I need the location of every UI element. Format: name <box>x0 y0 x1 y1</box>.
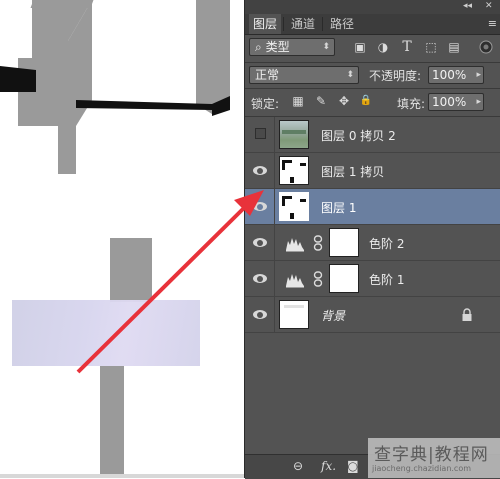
chevron-down-icon: ⬍ <box>322 42 330 52</box>
eye-icon <box>253 202 267 211</box>
visibility-toggle[interactable] <box>245 261 275 297</box>
chevron-down-icon: ⬍ <box>346 70 354 80</box>
layers-panel: ◂◂ ✕ 图层 通道 路径 ≡ ⌕ 类型 ⬍ ▣ ◑ T ⬚ ▤ 正常 ⬍ 不透… <box>244 0 500 479</box>
levels-adjustment-icon <box>286 274 304 288</box>
lock-all-icon[interactable]: 🔒 <box>359 94 373 108</box>
close-panel-icon[interactable]: ✕ <box>485 1 493 11</box>
filter-kind-dropdown[interactable]: ⌕ 类型 ⬍ <box>249 38 335 56</box>
eye-icon <box>253 310 267 319</box>
visibility-toggle[interactable] <box>245 189 275 225</box>
canvas-shape <box>110 238 152 302</box>
eye-icon <box>253 166 267 175</box>
eye-icon <box>253 238 267 247</box>
eye-icon <box>253 274 267 283</box>
layer-row-selected[interactable]: 图层 1 <box>245 189 500 225</box>
layer-name: 色阶 1 <box>369 273 405 287</box>
visibility-toggle[interactable] <box>245 297 275 333</box>
layer-thumbnail <box>279 120 309 149</box>
watermark-text: 查字典 <box>374 445 428 465</box>
canvas-shape <box>0 66 36 92</box>
layer-name: 背景 <box>321 309 346 323</box>
visibility-off-icon <box>255 128 266 139</box>
type-filter-icon[interactable]: T <box>400 40 414 54</box>
opacity-label: 不透明度: <box>369 69 422 83</box>
lock-position-icon[interactable]: ✥ <box>337 94 351 108</box>
blend-mode-value: 正常 <box>255 68 280 82</box>
canvas-shapes-svg <box>0 0 230 478</box>
blend-mode-dropdown[interactable]: 正常 ⬍ <box>249 66 359 84</box>
watermark-url: jiaocheng.chazidian.com <box>372 464 472 473</box>
watermark: 查字典|教程网 jiaocheng.chazidian.com <box>368 438 500 478</box>
canvas-shape <box>0 100 8 130</box>
visibility-toggle[interactable] <box>245 153 275 189</box>
layer-name: 图层 0 拷贝 2 <box>321 129 396 143</box>
layer-name: 图层 1 拷贝 <box>321 165 385 179</box>
search-icon: ⌕ <box>255 40 262 54</box>
add-mask-icon[interactable]: ◙ <box>347 459 359 473</box>
lock-icon <box>462 308 472 321</box>
lock-transparent-pixels-icon[interactable]: ▦ <box>291 94 305 108</box>
document-canvas[interactable] <box>0 0 244 478</box>
tab-channels[interactable]: 通道 <box>287 14 319 34</box>
layer-row[interactable]: 背景 <box>245 297 500 333</box>
layer-name: 图层 1 <box>321 201 357 215</box>
highlight-box <box>12 300 200 366</box>
opacity-value: 100% <box>432 68 467 82</box>
adjustment-filter-icon[interactable]: ◑ <box>376 40 390 54</box>
panel-tabbar: 图层 通道 路径 ≡ <box>245 14 500 35</box>
smart-object-filter-icon[interactable]: ▤ <box>447 40 461 54</box>
filter-toggle-icon[interactable] <box>478 39 494 55</box>
watermark-sep: | <box>428 445 435 465</box>
tab-layers[interactable]: 图层 <box>249 14 282 34</box>
chevron-right-icon: ▸ <box>476 70 481 80</box>
layer-thumbnail <box>279 192 309 221</box>
layer-row[interactable]: 图层 1 拷贝 <box>245 153 500 189</box>
layer-mask-thumbnail <box>329 228 359 257</box>
fill-label: 填充: <box>397 97 426 111</box>
filter-kind-label: 类型 <box>265 40 290 54</box>
link-icon[interactable] <box>313 271 323 287</box>
canvas-shape <box>58 118 76 174</box>
panel-header: ◂◂ ✕ <box>245 0 500 14</box>
visibility-toggle[interactable] <box>245 225 275 261</box>
opacity-field[interactable]: 100% ▸ <box>428 66 484 84</box>
collapse-panel-icon[interactable]: ◂◂ <box>463 1 472 11</box>
chevron-right-icon: ▸ <box>476 97 481 107</box>
fx-button[interactable]: fx. <box>321 459 336 473</box>
image-filter-icon[interactable]: ▣ <box>353 40 367 54</box>
canvas-shape <box>76 100 212 110</box>
layer-row[interactable]: 色阶 2 <box>245 225 500 261</box>
layer-mask-thumbnail <box>329 264 359 293</box>
canvas-bottom-edge <box>0 474 244 478</box>
tab-paths[interactable]: 路径 <box>326 14 358 34</box>
layer-thumbnail <box>279 156 309 185</box>
link-layers-icon[interactable]: ⊖ <box>293 459 303 473</box>
lock-label: 锁定: <box>251 97 280 111</box>
canvas-shape <box>196 0 230 114</box>
fill-value: 100% <box>432 95 467 109</box>
layer-row[interactable]: 色阶 1 <box>245 261 500 297</box>
watermark-text-2: 教程网 <box>434 445 489 465</box>
layer-name: 色阶 2 <box>369 237 405 251</box>
panel-menu-icon[interactable]: ≡ <box>488 17 497 30</box>
fill-field[interactable]: 100% ▸ <box>428 93 484 111</box>
levels-adjustment-icon <box>286 238 304 252</box>
layer-thumbnail <box>279 300 309 329</box>
lock-image-pixels-icon[interactable]: ✎ <box>314 94 328 108</box>
visibility-toggle[interactable] <box>245 117 275 153</box>
layer-row[interactable]: 图层 0 拷贝 2 <box>245 117 500 153</box>
link-icon[interactable] <box>313 235 323 251</box>
shape-filter-icon[interactable]: ⬚ <box>424 40 438 54</box>
